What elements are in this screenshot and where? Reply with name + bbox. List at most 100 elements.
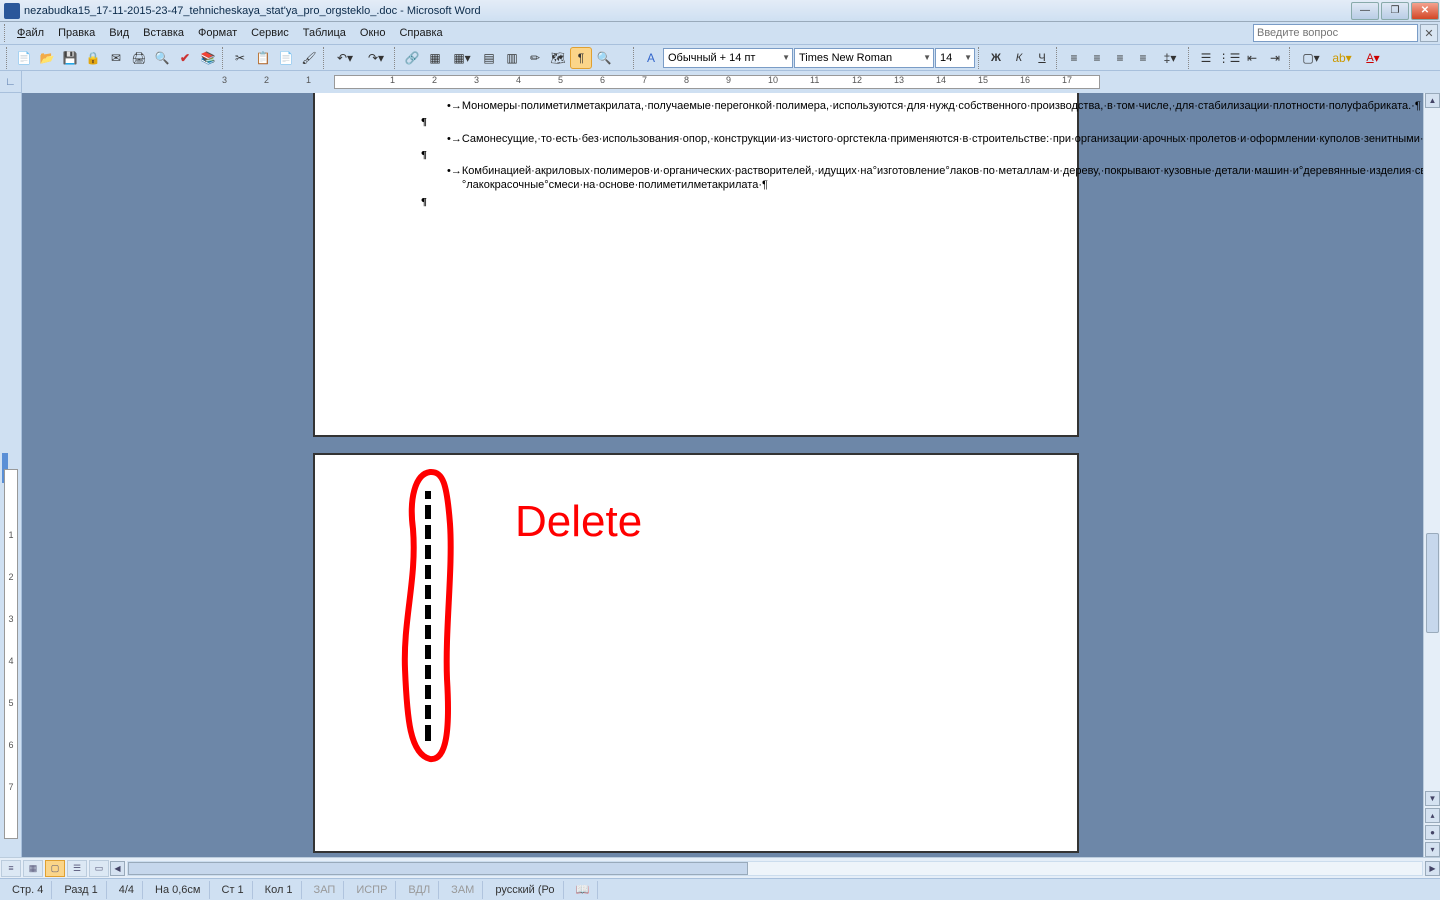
menu-edit[interactable]: Правка (51, 24, 102, 42)
status-at[interactable]: На 0,6см (147, 881, 209, 899)
reading-view-button[interactable]: ▭ (89, 860, 109, 877)
redo-button[interactable]: ↷▾ (361, 47, 391, 69)
status-lang[interactable]: русский (Ро (487, 881, 563, 899)
docmap-button[interactable]: 🗺 (547, 47, 569, 69)
page-current[interactable]: Delete (313, 453, 1079, 853)
status-pages[interactable]: 4/4 (111, 881, 143, 899)
highlight-button[interactable]: ab▾ (1327, 47, 1357, 69)
help-search-input[interactable] (1253, 24, 1418, 42)
excel-button[interactable]: ▤ (478, 47, 500, 69)
scroll-thumb[interactable] (1426, 533, 1439, 633)
preview-button[interactable]: 🔍 (151, 47, 173, 69)
spell-button[interactable]: ✔ (174, 47, 196, 69)
paste-button[interactable]: 📄 (275, 47, 297, 69)
status-ovr[interactable]: ЗАМ (443, 881, 483, 899)
drawing-button[interactable]: ✏ (524, 47, 546, 69)
print-view-button[interactable]: ▢ (45, 860, 65, 877)
menu-file[interactable]: Файл (10, 24, 51, 42)
menu-service[interactable]: Сервис (244, 24, 296, 42)
annotation-overlay: Delete (395, 469, 475, 772)
hscroll-thumb[interactable] (128, 862, 748, 875)
undo-button[interactable]: ↶▾ (330, 47, 360, 69)
pilcrow-mark: ¶ (421, 115, 1031, 129)
align-center-button[interactable]: ≡ (1086, 47, 1108, 69)
hscroll-left-button[interactable]: ◀ (110, 861, 125, 876)
hyperlink-button[interactable]: 🔗 (401, 47, 423, 69)
menu-insert[interactable]: Вставка (136, 24, 191, 42)
format-painter-button[interactable]: 🖌 (298, 47, 320, 69)
style-combo[interactable]: Обычный + 14 пт▼ (663, 48, 793, 68)
status-ext[interactable]: ВДЛ (400, 881, 439, 899)
styles-pane-button[interactable]: A (640, 47, 662, 69)
status-page[interactable]: Стр. 4 (4, 881, 52, 899)
scroll-up-button[interactable]: ▲ (1425, 93, 1440, 108)
vertical-ruler[interactable]: 1234567 (0, 93, 22, 857)
scroll-down-button[interactable]: ▼ (1425, 791, 1440, 806)
insert-table-button[interactable]: ▦▾ (447, 47, 477, 69)
normal-view-button[interactable]: ≡ (1, 860, 21, 877)
status-section[interactable]: Разд 1 (56, 881, 106, 899)
print-button[interactable]: 🖨 (128, 47, 150, 69)
tables-borders-button[interactable]: ▦ (424, 47, 446, 69)
align-justify-button[interactable]: ≡ (1132, 47, 1154, 69)
menu-view[interactable]: Вид (102, 24, 136, 42)
hscroll-right-button[interactable]: ▶ (1425, 861, 1440, 876)
numbering-button[interactable]: ☰ (1195, 47, 1217, 69)
new-doc-button[interactable]: 📄 (13, 47, 35, 69)
status-line[interactable]: Ст 1 (214, 881, 253, 899)
doc-paragraph[interactable]: Самонесущие,·то·есть·без·использования·о… (462, 132, 1423, 146)
doc-paragraph[interactable]: Комбинацией·акриловых·полимеров·и·органи… (462, 164, 1423, 193)
font-color-button[interactable]: A▾ (1358, 47, 1388, 69)
line-spacing-button[interactable]: ‡▾ (1155, 47, 1185, 69)
doc-close-button[interactable]: ✕ (1420, 24, 1438, 42)
tab-selector[interactable]: ∟ (0, 71, 22, 92)
permission-button[interactable]: 🔒 (82, 47, 104, 69)
align-right-button[interactable]: ≡ (1109, 47, 1131, 69)
font-combo[interactable]: Times New Roman▼ (794, 48, 934, 68)
prev-page-button[interactable]: ▴ (1425, 808, 1440, 823)
borders-button[interactable]: ▢▾ (1296, 47, 1326, 69)
annotation-text: Delete (515, 497, 642, 547)
document-canvas[interactable]: •→Мономеры·полиметилметакрилата,·получае… (22, 93, 1423, 857)
outdent-button[interactable]: ⇤ (1241, 47, 1263, 69)
zoom-fit-button[interactable]: 🔍 (593, 47, 615, 69)
hscroll-track[interactable] (127, 861, 1423, 876)
outline-view-button[interactable]: ☰ (67, 860, 87, 877)
minimize-button[interactable]: — (1351, 2, 1379, 20)
web-view-button[interactable]: ▦ (23, 860, 43, 877)
cut-button[interactable]: ✂ (229, 47, 251, 69)
toolbar: 📄 📂 💾 🔒 ✉ 🖨 🔍 ✔ 📚 ✂ 📋 📄 🖌 ↶▾ ↷▾ 🔗 ▦ ▦▾ ▤… (0, 45, 1440, 71)
close-button[interactable]: ✕ (1411, 2, 1439, 20)
next-page-button[interactable]: ▾ (1425, 842, 1440, 857)
status-col[interactable]: Кол 1 (257, 881, 302, 899)
maximize-button[interactable]: ❐ (1381, 2, 1409, 20)
ruler-bar: ∟ 3211234567891011121314151617 (0, 71, 1440, 93)
status-trk[interactable]: ИСПР (348, 881, 396, 899)
status-bar: Стр. 4 Разд 1 4/4 На 0,6см Ст 1 Кол 1 ЗА… (0, 878, 1440, 900)
vertical-scrollbar[interactable]: ▲ ▼ ▴ ● ▾ (1423, 93, 1440, 857)
pilcrow-button[interactable]: ¶ (570, 47, 592, 69)
size-combo[interactable]: 14▼ (935, 48, 975, 68)
browse-object-button[interactable]: ● (1425, 825, 1440, 840)
align-left-button[interactable]: ≡ (1063, 47, 1085, 69)
research-button[interactable]: 📚 (197, 47, 219, 69)
page-previous[interactable]: •→Мономеры·полиметилметакрилата,·получае… (313, 93, 1079, 437)
doc-paragraph[interactable]: Мономеры·полиметилметакрилата,·получаемы… (462, 99, 1421, 113)
menu-window[interactable]: Окно (353, 24, 393, 42)
open-button[interactable]: 📂 (36, 47, 58, 69)
columns-button[interactable]: ▥ (501, 47, 523, 69)
menu-format[interactable]: Формат (191, 24, 244, 42)
italic-button[interactable]: К (1008, 47, 1030, 69)
underline-button[interactable]: Ч (1031, 47, 1053, 69)
menu-help[interactable]: Справка (392, 24, 449, 42)
status-rec[interactable]: ЗАП (306, 881, 345, 899)
horizontal-ruler[interactable]: 3211234567891011121314151617 (22, 71, 1440, 93)
save-button[interactable]: 💾 (59, 47, 81, 69)
bullets-button[interactable]: ⋮☰ (1218, 47, 1240, 69)
status-spellcheck-icon[interactable]: 📖 (568, 881, 599, 899)
mail-button[interactable]: ✉ (105, 47, 127, 69)
bold-button[interactable]: Ж (985, 47, 1007, 69)
menu-table[interactable]: Таблица (296, 24, 353, 42)
indent-button[interactable]: ⇥ (1264, 47, 1286, 69)
copy-button[interactable]: 📋 (252, 47, 274, 69)
